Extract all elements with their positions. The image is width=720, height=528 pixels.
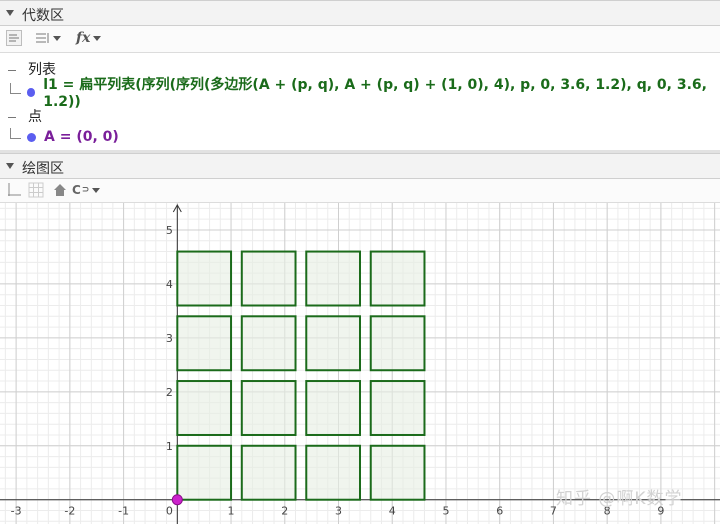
square-polygon[interactable] [369,315,426,372]
collapse-dash-icon[interactable] [8,69,16,71]
collapse-dash-icon[interactable] [8,116,16,118]
tree-connector [10,127,21,139]
square-polygon[interactable] [369,380,426,436]
algebra-panel-header[interactable]: 代数区 [0,0,720,26]
square-polygon[interactable] [305,250,361,307]
algebra-toolbar: fx [0,26,720,53]
sort-list-icon [36,33,49,43]
square-polygon[interactable] [369,444,426,501]
axes-toggle-button[interactable] [6,181,22,199]
square-polygon[interactable] [240,444,297,501]
graphics-panel-header[interactable]: 绘图区 [0,153,720,179]
square-polygon[interactable] [305,444,361,501]
graphics-toolbar: C ⊃ [0,179,720,203]
grid-toggle-button[interactable] [28,181,44,199]
point-A[interactable] [171,494,183,506]
chevron-down-icon [53,35,61,41]
algebra-item-l1[interactable]: l1 = 扁平列表(序列(序列(多边形(A + (p, q), A + (p, … [10,77,720,110]
chevron-down-icon [92,187,101,193]
lines-icon [6,30,22,46]
fx-label: fx [76,30,91,46]
square-polygon[interactable] [176,250,233,307]
x-tick-label: 3 [335,505,342,518]
algebra-item-A[interactable]: A = (0, 0) [10,127,119,146]
chevron-down-icon [93,35,102,41]
x-tick-label: 0 [166,505,173,518]
algebra-item-text: A = (0, 0) [44,129,119,145]
square-polygon[interactable] [176,380,233,436]
grid-icon [28,182,44,198]
y-tick-label: 5 [166,224,173,237]
square-polygon[interactable] [240,380,297,436]
square-polygon[interactable] [240,250,297,307]
graphics-view[interactable]: -3 -2 -1 0 1 2 3 4 5 6 7 8 9 1 2 3 4 5 [0,203,720,524]
visibility-dot-icon[interactable] [27,132,36,142]
home-icon [54,184,66,196]
sort-button[interactable] [34,29,61,47]
x-tick-label: 5 [442,505,449,518]
y-tick-label: 3 [166,332,173,345]
square-polygon[interactable] [176,444,233,501]
tree-connector [10,82,21,94]
fx-button[interactable]: fx [76,29,102,47]
point-capture-button[interactable]: C ⊃ [72,181,101,199]
category-points[interactable]: 点 [8,106,42,126]
category-label: 点 [28,109,42,125]
coordinate-plane[interactable]: -3 -2 -1 0 1 2 3 4 5 6 7 8 912345 [0,203,720,524]
x-tick-label: 1 [228,505,235,518]
y-tick-label: 4 [166,278,173,291]
square-polygon[interactable] [240,315,297,372]
square-polygon[interactable] [305,315,361,372]
algebra-view: 列表 l1 = 扁平列表(序列(序列(多边形(A + (p, q), A + (… [0,53,720,152]
y-tick-label: 1 [166,440,173,453]
algebra-panel-title: 代数区 [22,8,64,24]
square-polygon[interactable] [176,315,233,372]
square-polygon[interactable] [369,250,426,307]
y-tick-label: 2 [166,386,173,399]
algebra-style-button[interactable] [6,29,22,47]
graphics-panel-title: 绘图区 [22,161,64,177]
x-tick-label: -1 [118,505,129,518]
x-tick-label: 2 [281,505,288,518]
watermark: 知乎 @啊K数学 [556,489,683,509]
square-polygon[interactable] [305,380,361,436]
visibility-dot-icon[interactable] [26,87,36,97]
collapse-triangle-icon[interactable] [6,10,14,16]
x-tick-label: 6 [496,505,503,518]
home-button[interactable] [52,181,68,199]
x-tick-label: -3 [11,505,22,518]
axes-icon [8,183,21,196]
algebra-item-text: l1 = 扁平列表(序列(序列(多边形(A + (p, q), A + (p, … [43,77,707,110]
x-tick-label: -2 [64,505,75,518]
point-capture-label: C [72,183,81,197]
x-tick-label: 4 [389,505,396,518]
collapse-triangle-icon[interactable] [6,163,14,169]
magnet-icon: ⊃ [81,185,90,195]
